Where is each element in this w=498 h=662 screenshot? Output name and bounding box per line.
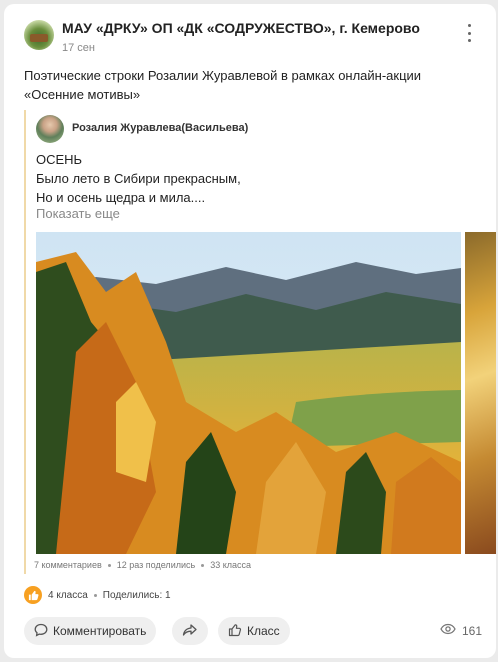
comments-count[interactable]: 7 комментариев [34,560,102,570]
repost-stats: 7 комментариев 12 раз поделились 33 клас… [34,560,251,570]
post-shares-count[interactable]: Поделились: 1 [103,590,171,601]
poem-text: ОСЕНЬ Было лето в Сибири прекрасным, Но … [36,150,241,207]
comment-button[interactable]: Комментировать [24,617,157,645]
post-likes-count[interactable]: 4 класса [48,590,88,601]
group-avatar[interactable] [24,20,54,50]
separator-dot [93,593,97,597]
reactions-bar: 4 класса Поделились: 1 [24,586,171,604]
like-button-label: Класс [247,624,280,638]
separator-dot [201,563,205,567]
eye-icon [440,623,456,638]
show-more-link[interactable]: Показать еще [36,206,120,221]
poem-line: Но и осень щедра и мила.... [36,190,206,205]
group-name-link[interactable]: МАУ «ДРКУ» ОП «ДК «СОДРУЖЕСТВО», г. Кеме… [62,20,420,36]
views-count: 161 [461,623,482,638]
author-avatar[interactable] [36,115,64,143]
more-vertical-icon[interactable] [464,24,474,42]
like-hand-icon [228,623,242,640]
like-button[interactable]: Класс [218,617,290,645]
reposted-content: Розалия Журавлева(Васильева) ОСЕНЬ Было … [24,110,496,574]
autumn-landscape-photo[interactable] [36,232,461,554]
like-hand-icon [24,586,42,604]
poem-line: Было лето в Сибири прекрасным, [36,171,241,186]
share-arrow-icon [182,623,198,640]
next-photo-preview[interactable] [465,232,496,554]
action-bar: Комментировать Класс 161 [24,617,482,647]
comment-icon [34,623,48,640]
repost-author-name[interactable]: Розалия Журавлева(Васильева) [72,122,248,134]
post-card: МАУ «ДРКУ» ОП «ДК «СОДРУЖЕСТВО», г. Кеме… [4,4,496,658]
poem-line: ОСЕНЬ [36,152,83,167]
share-button[interactable] [172,617,208,645]
post-header: МАУ «ДРКУ» ОП «ДК «СОДРУЖЕСТВО», г. Кеме… [24,18,480,58]
likes-count[interactable]: 33 класса [210,560,251,570]
shares-count[interactable]: 12 раз поделились [117,560,195,570]
post-text: Поэтические строки Розалии Журавлевой в … [24,68,422,102]
post-date[interactable]: 17 сен [62,42,95,54]
comment-button-label: Комментировать [53,624,147,638]
separator-dot [107,563,111,567]
views-counter: 161 [440,623,482,638]
